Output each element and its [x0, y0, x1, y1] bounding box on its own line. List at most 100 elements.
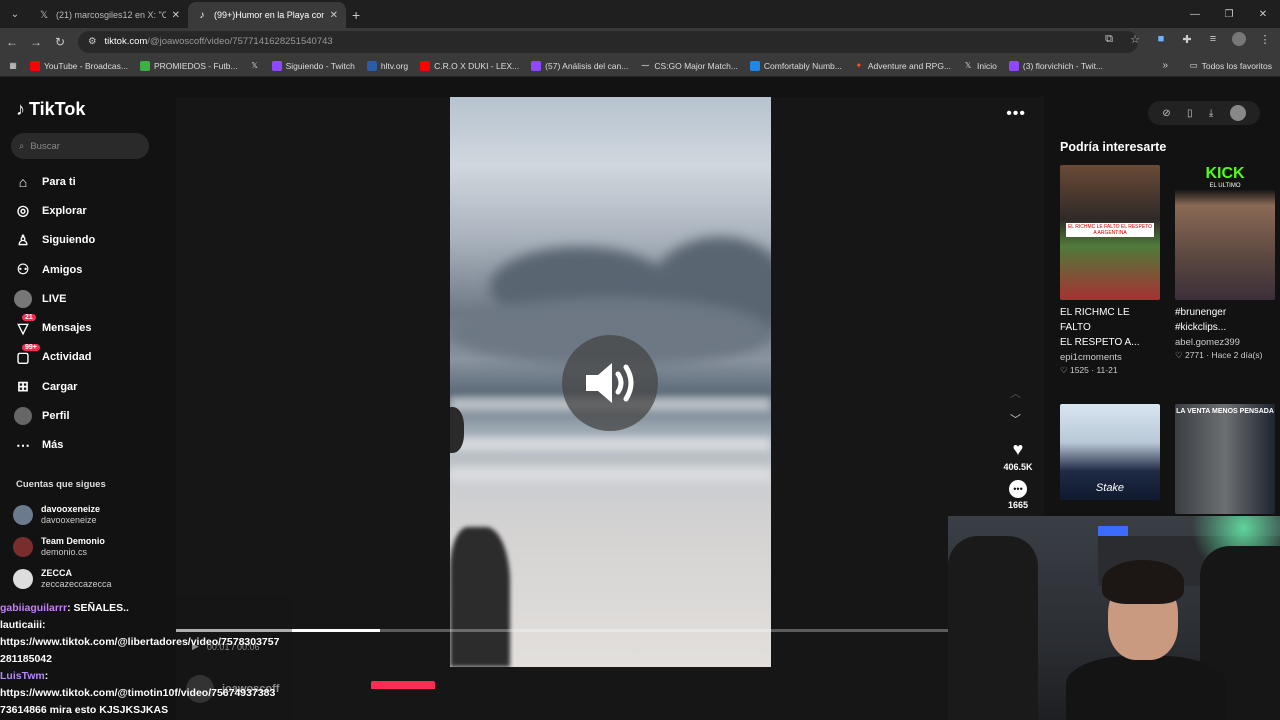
bookmark-item[interactable]: Comfortably Numb... — [749, 60, 842, 71]
promiedos-icon — [139, 60, 150, 71]
search-input[interactable]: ⌕ Buscar — [11, 133, 149, 159]
video-actions: ♥ 406.5K ••• 1665 — [998, 439, 1038, 516]
browser-tab-2[interactable]: ♪ (99+)Humor en la Playa con An ✕ — [188, 2, 346, 28]
nav-live[interactable]: LIVE — [14, 284, 95, 313]
activity-icon: ▢ — [16, 348, 30, 365]
window-controls: — ❐ ✕ — [1178, 0, 1280, 28]
csgo-icon: ⁓ — [641, 61, 650, 70]
minimize-icon[interactable]: — — [1178, 0, 1212, 28]
twitch-icon — [271, 60, 282, 71]
bookmark-item[interactable]: (3) florvichich - Twit... — [1008, 60, 1103, 71]
browser-tabbar: ⌄ 𝕏 (21) marcosgiles12 en X: "Corte ✕ ♪ … — [0, 0, 1280, 28]
site-info-icon[interactable]: ⚙ — [88, 36, 97, 47]
restore-icon[interactable]: ❐ — [1212, 0, 1246, 28]
recommend-card[interactable]: LA VENTA MENOS PENSADA — [1175, 404, 1275, 514]
recommend-card[interactable]: Stake — [1060, 404, 1160, 500]
recommend-card[interactable]: KICK EL ULTIMO #brunenger #kickclips... … — [1175, 165, 1275, 361]
forward-icon[interactable]: → — [24, 30, 48, 54]
tab-search-icon[interactable]: ⌄ — [4, 3, 26, 25]
itch-icon: ✦ — [855, 61, 863, 70]
bookmark-item[interactable]: C.R.O X DUKI - LEX... — [420, 60, 519, 71]
nav-explorar[interactable]: ◎ Explorar — [14, 196, 95, 225]
menu-icon[interactable]: ⋮ — [1258, 32, 1272, 46]
chat-message: LuisTwm: — [0, 670, 49, 682]
browser-tab-1[interactable]: 𝕏 (21) marcosgiles12 en X: "Corte ✕ — [30, 2, 188, 28]
following-list: davooxeneize davooxeneize Team Demonio dem… — [13, 499, 112, 595]
nav-amigos[interactable]: ⚇ Amigos — [14, 255, 95, 284]
chevron-up-icon[interactable]: ︿ — [1010, 385, 1021, 401]
close-tab-icon[interactable]: ✕ — [172, 10, 180, 21]
youtube-icon — [420, 60, 431, 71]
top-right-icons: ⊘ ▯ ⤓ — [1148, 101, 1260, 125]
chevron-down-icon[interactable]: ﹀ — [1010, 411, 1021, 427]
speaker-icon — [586, 363, 634, 403]
new-tab-icon[interactable]: + — [352, 7, 360, 23]
twitch-icon — [1008, 60, 1019, 71]
tiktok-logo[interactable]: ♪ TikTok — [16, 99, 85, 120]
nav-cargar[interactable]: ⊞ Cargar — [14, 372, 95, 401]
chat-message: https://www.tiktok.com/@libertadores/vid… — [0, 636, 280, 648]
chat-message: gabiiaguilarrr: SEÑALES.. — [0, 602, 129, 614]
back-icon[interactable]: ← — [0, 30, 24, 54]
bookmark-item[interactable]: Siguiendo - Twitch — [271, 60, 355, 71]
nav-actividad[interactable]: ▢ 99+ Actividad — [14, 343, 95, 372]
comment-icon[interactable]: ••• — [1009, 480, 1027, 498]
bookmark-item[interactable]: PROMIEDOS - Futb... — [139, 60, 238, 71]
like-count: 406.5K — [1003, 462, 1033, 472]
profile-avatar[interactable] — [1229, 105, 1246, 121]
coin-icon[interactable]: ⊘ — [1162, 108, 1170, 119]
bookmark-item[interactable]: ✦ Adventure and RPG... — [854, 61, 952, 71]
extension-icon[interactable]: ■ — [1154, 32, 1168, 46]
nav-mensajes[interactable]: ▽ 21 Mensajes — [14, 313, 95, 342]
video-player[interactable] — [450, 97, 771, 667]
thumbnail: KICK EL ULTIMO — [1175, 165, 1275, 300]
thumbnail: Stake — [1060, 404, 1160, 500]
apps-icon[interactable]: ▦ — [8, 61, 18, 71]
following-item[interactable]: davooxeneize davooxeneize — [13, 499, 112, 531]
more-options-icon[interactable]: ••• — [1006, 105, 1026, 123]
bookmark-item[interactable]: 𝕏 — [250, 61, 260, 71]
bookmark-item[interactable]: (57) Análisis del can... — [531, 60, 628, 71]
tab-title: (21) marcosgiles12 en X: "Corte — [56, 10, 166, 20]
bookmark-item[interactable]: 𝕏 Inicio — [963, 61, 997, 71]
puzzle-icon[interactable]: ✚ — [1180, 32, 1194, 46]
download-icon[interactable]: ⤓ — [1209, 108, 1213, 119]
recommend-title: Podría interesarte — [1060, 140, 1167, 154]
following-item[interactable]: Team Demonio demonio.cs — [13, 531, 112, 563]
profile-avatar[interactable] — [1232, 32, 1246, 46]
bookmark-item[interactable]: ⁓ CS:GO Major Match... — [640, 61, 738, 71]
media-icon[interactable]: ≡ — [1206, 32, 1220, 46]
bookmark-star-icon[interactable]: ☆ — [1128, 32, 1142, 46]
more-bookmarks-icon[interactable]: » — [1162, 60, 1168, 71]
nav-mas[interactable]: ⋯ Más — [14, 431, 95, 460]
hltv-icon — [366, 60, 377, 71]
following-icon: ♙ — [16, 231, 30, 248]
bookmark-item[interactable]: YouTube - Broadcas... — [30, 60, 128, 71]
home-icon: ⌂ — [18, 173, 28, 190]
install-icon[interactable]: ⧉ — [1102, 32, 1116, 46]
all-bookmarks[interactable]: ▭ Todos los favoritos — [1190, 60, 1272, 71]
url-path: /@joawoscoff/video/7577141628251540743 — [147, 36, 333, 47]
chat-message: 73614866 mira esto KJSJKSJKAS — [0, 704, 169, 716]
nav-perfil[interactable]: Perfil — [14, 401, 95, 430]
follow-button[interactable] — [371, 681, 435, 689]
close-window-icon[interactable]: ✕ — [1246, 0, 1280, 28]
like-icon[interactable]: ♥ — [1013, 439, 1024, 460]
reload-icon[interactable]: ↻ — [48, 30, 72, 54]
device-icon[interactable]: ▯ — [1187, 108, 1193, 119]
folder-icon: ▭ — [1189, 60, 1198, 70]
bookmark-item[interactable]: hltv.org — [366, 60, 408, 71]
following-item[interactable]: ZECCA zeccazeccazecca — [13, 563, 112, 595]
nav-siguiendo[interactable]: ♙ Siguiendo — [14, 226, 95, 255]
unmute-button[interactable] — [562, 335, 658, 431]
url-field[interactable]: ⚙ tiktok.com /@joawoscoff/video/75771416… — [78, 30, 1138, 53]
x-icon: 𝕏 — [39, 9, 49, 21]
close-tab-icon[interactable]: ✕ — [330, 10, 338, 21]
nav-para-ti[interactable]: ⌂ Para ti — [14, 167, 95, 196]
address-bar-row: ← → ↻ ⚙ tiktok.com /@joawoscoff/video/75… — [0, 28, 1280, 55]
thumbnail: EL RICHMC LE FALTO EL RESPETO A ARGENTIN… — [1060, 165, 1160, 300]
video-progress-bar[interactable] — [176, 629, 1044, 632]
recommend-card[interactable]: EL RICHMC LE FALTO EL RESPETO A ARGENTIN… — [1060, 165, 1160, 376]
more-icon: ⋯ — [16, 436, 30, 453]
avatar — [13, 505, 33, 525]
